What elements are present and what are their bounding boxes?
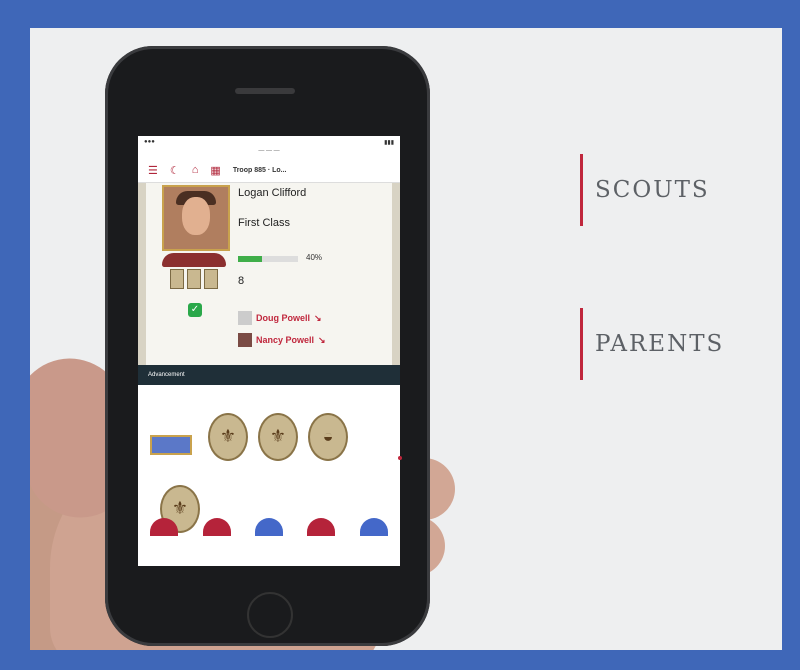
progress-text: 40% bbox=[306, 253, 323, 262]
label-bar bbox=[580, 308, 583, 380]
phone: ●●● ▮▮▮ — — — ☰ ☾ ⌂ ▦ Troop 885 · Lo... ✓… bbox=[105, 46, 430, 646]
label-bar bbox=[580, 154, 583, 226]
link-icon: ↘ bbox=[318, 334, 326, 345]
scout-rank: First Class bbox=[238, 217, 290, 229]
merit-badge-icon[interactable] bbox=[359, 518, 388, 536]
troop-title[interactable]: Troop 885 · Lo... bbox=[233, 167, 287, 174]
progress-bar bbox=[238, 256, 298, 262]
advancement-header[interactable]: Advancement bbox=[138, 365, 400, 385]
guardian-photo bbox=[238, 333, 252, 347]
merit-badge-icon[interactable] bbox=[202, 518, 231, 536]
merit-badge-icon[interactable] bbox=[254, 518, 283, 536]
scout-name: Logan Clifford bbox=[238, 187, 307, 199]
check-icon: ✓ bbox=[188, 303, 202, 317]
url-bar[interactable]: — — — bbox=[138, 148, 400, 158]
guardian-name[interactable]: Nancy Powell bbox=[256, 335, 314, 345]
phone-speaker bbox=[235, 88, 295, 94]
avatar bbox=[162, 185, 230, 251]
badge-scout-icon[interactable] bbox=[150, 435, 192, 455]
badge-second-class-icon[interactable]: ◒ bbox=[308, 413, 348, 461]
accent-dot bbox=[398, 456, 402, 460]
merit-badge-row bbox=[138, 506, 400, 536]
count-value: 8 bbox=[238, 275, 245, 287]
status-bar: ●●● ▮▮▮ bbox=[144, 139, 394, 146]
parents-label: PARENTS bbox=[595, 331, 725, 357]
scouts-label: SCOUTS bbox=[595, 177, 710, 203]
video-frame: ●●● ▮▮▮ — — — ☰ ☾ ⌂ ▦ Troop 885 · Lo... ✓… bbox=[30, 28, 782, 650]
guardian-name[interactable]: Doug Powell bbox=[256, 313, 310, 323]
scouts-label-group: SCOUTS bbox=[580, 154, 710, 226]
home-button[interactable] bbox=[247, 592, 293, 638]
moon-icon[interactable]: ☾ bbox=[170, 164, 180, 177]
parents-label-group: PARENTS bbox=[580, 308, 724, 380]
menu-icon[interactable]: ☰ bbox=[148, 164, 158, 177]
merit-badge-icon[interactable] bbox=[150, 518, 179, 536]
calendar-icon[interactable]: ▦ bbox=[210, 164, 220, 177]
phone-screen: ●●● ▮▮▮ — — — ☰ ☾ ⌂ ▦ Troop 885 · Lo... ✓… bbox=[138, 136, 400, 566]
link-icon: ↘ bbox=[314, 312, 322, 323]
home-icon[interactable]: ⌂ bbox=[192, 164, 199, 176]
badge-tenderfoot-icon[interactable]: ⚜ bbox=[258, 413, 298, 461]
scout-profile: ✓ Logan Clifford First Class 40% 8 Doug … bbox=[138, 183, 400, 365]
guardian-row[interactable]: Nancy Powell ↘ bbox=[238, 333, 326, 347]
rank-patch bbox=[162, 253, 226, 293]
guardian-photo bbox=[238, 311, 252, 325]
merit-badge-icon[interactable] bbox=[307, 518, 336, 536]
guardian-row[interactable]: Doug Powell ↘ bbox=[238, 311, 322, 325]
badge-fleur-icon[interactable]: ⚜ bbox=[208, 413, 248, 461]
app-navbar: ☰ ☾ ⌂ ▦ Troop 885 · Lo... bbox=[138, 158, 400, 183]
